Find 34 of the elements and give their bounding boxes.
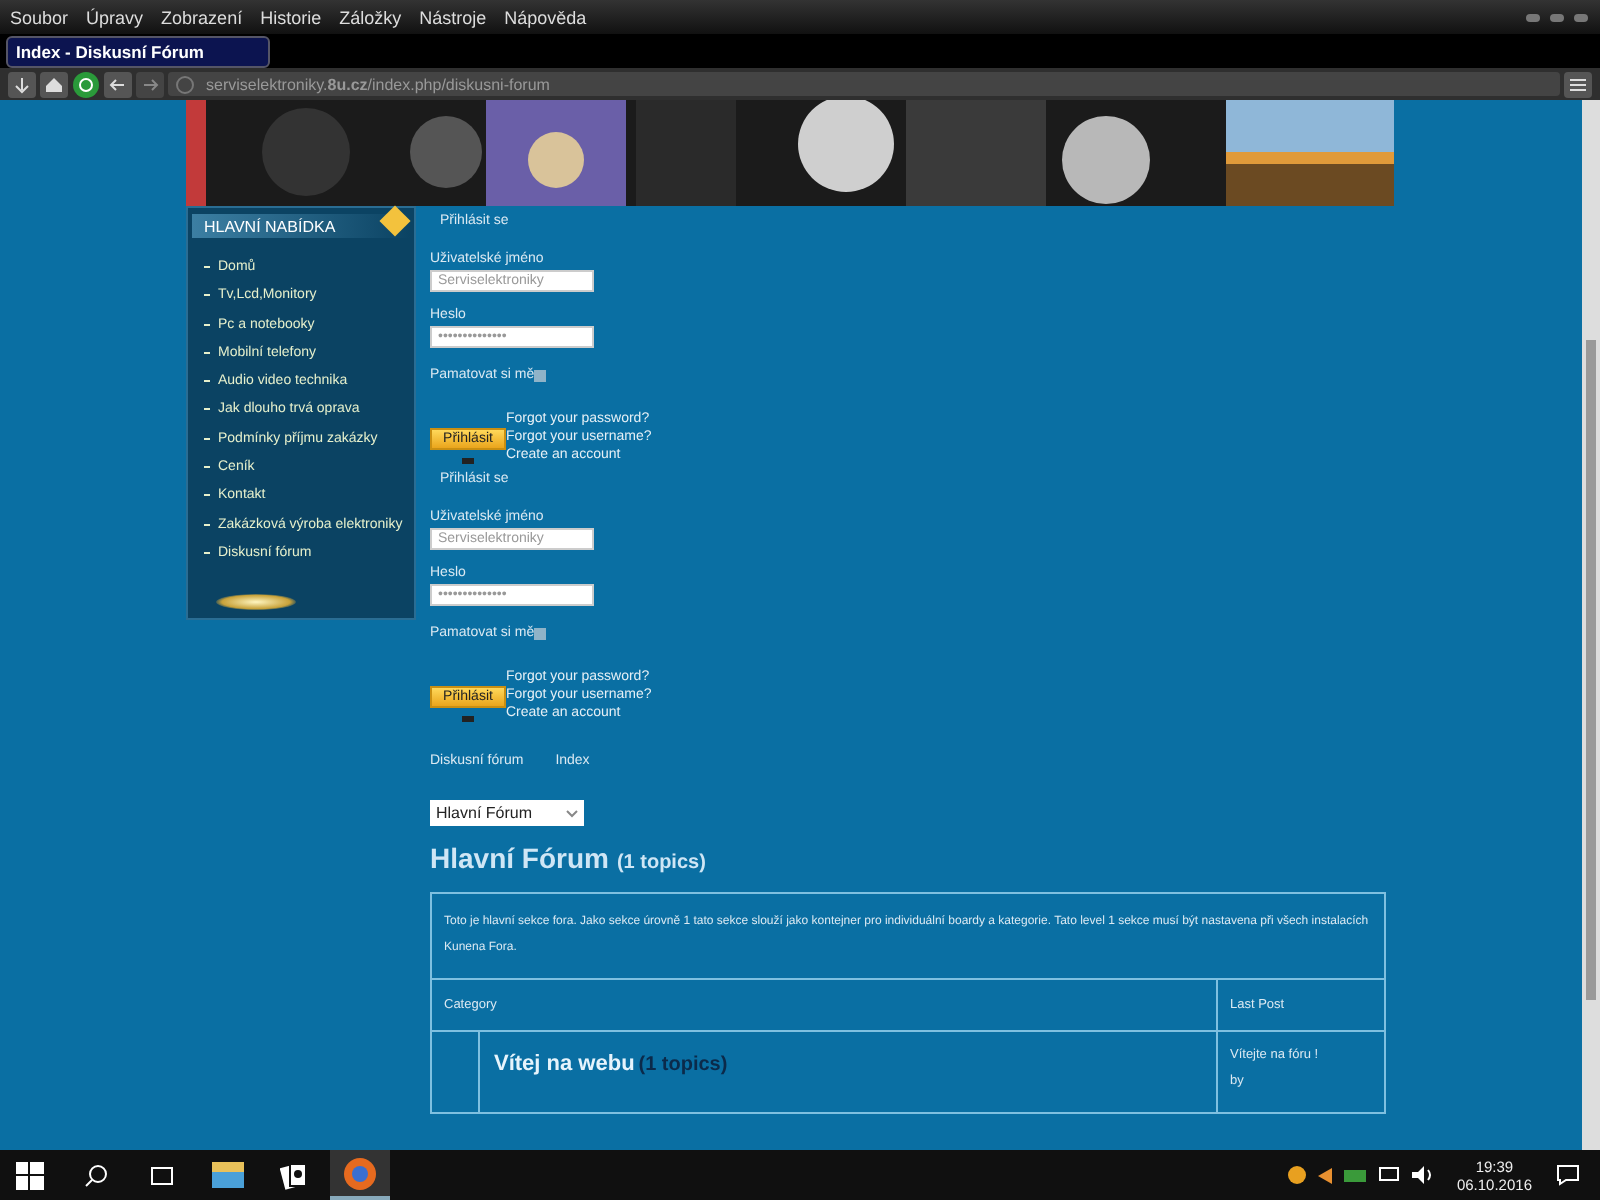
menu-item[interactable]: Soubor (10, 7, 69, 27)
menu-item[interactable]: Nástroje (419, 7, 487, 27)
notification-icon[interactable] (1556, 1164, 1580, 1186)
remember-checkbox[interactable] (534, 627, 547, 639)
topic-count: (1 topics) (638, 1054, 728, 1076)
triangle-icon[interactable] (1318, 1167, 1333, 1183)
glow-icon (216, 594, 296, 610)
battery-icon[interactable] (1344, 1169, 1367, 1181)
reload-icon[interactable] (72, 71, 100, 97)
browser-icon[interactable] (330, 1150, 390, 1200)
minimize-icon[interactable] (1526, 13, 1540, 21)
menu-icon[interactable] (1564, 71, 1592, 97)
menu-item[interactable]: Historie (260, 7, 322, 27)
home-icon[interactable] (40, 71, 68, 97)
menu-item[interactable]: Zobrazení (161, 7, 243, 27)
menu-item[interactable]: Nápověda (504, 7, 587, 27)
browser-tab[interactable]: Index - Diskusní Fórum (6, 35, 270, 67)
close-icon[interactable] (1574, 13, 1588, 21)
back-icon[interactable] (104, 71, 132, 97)
forward-icon[interactable] (136, 71, 164, 97)
caret-icon (566, 809, 578, 817)
scrollbar[interactable] (1582, 100, 1600, 1150)
topic-count: (1 topics) (616, 852, 706, 874)
menu-item[interactable]: Úpravy (86, 7, 144, 27)
network-icon[interactable] (1378, 1166, 1401, 1184)
category-title[interactable]: Vítej na webu (494, 1052, 635, 1076)
tray-icon[interactable] (1288, 1166, 1307, 1184)
volume-icon[interactable] (1412, 1166, 1433, 1184)
download-icon[interactable] (8, 71, 36, 97)
maximize-icon[interactable] (1550, 13, 1564, 21)
remember-checkbox[interactable] (534, 369, 547, 381)
forum-select[interactable]: Hlavní Fórum (430, 800, 584, 826)
forum-title[interactable]: Hlavní Fórum (430, 842, 609, 874)
menu-item[interactable]: Záložky (339, 7, 402, 27)
